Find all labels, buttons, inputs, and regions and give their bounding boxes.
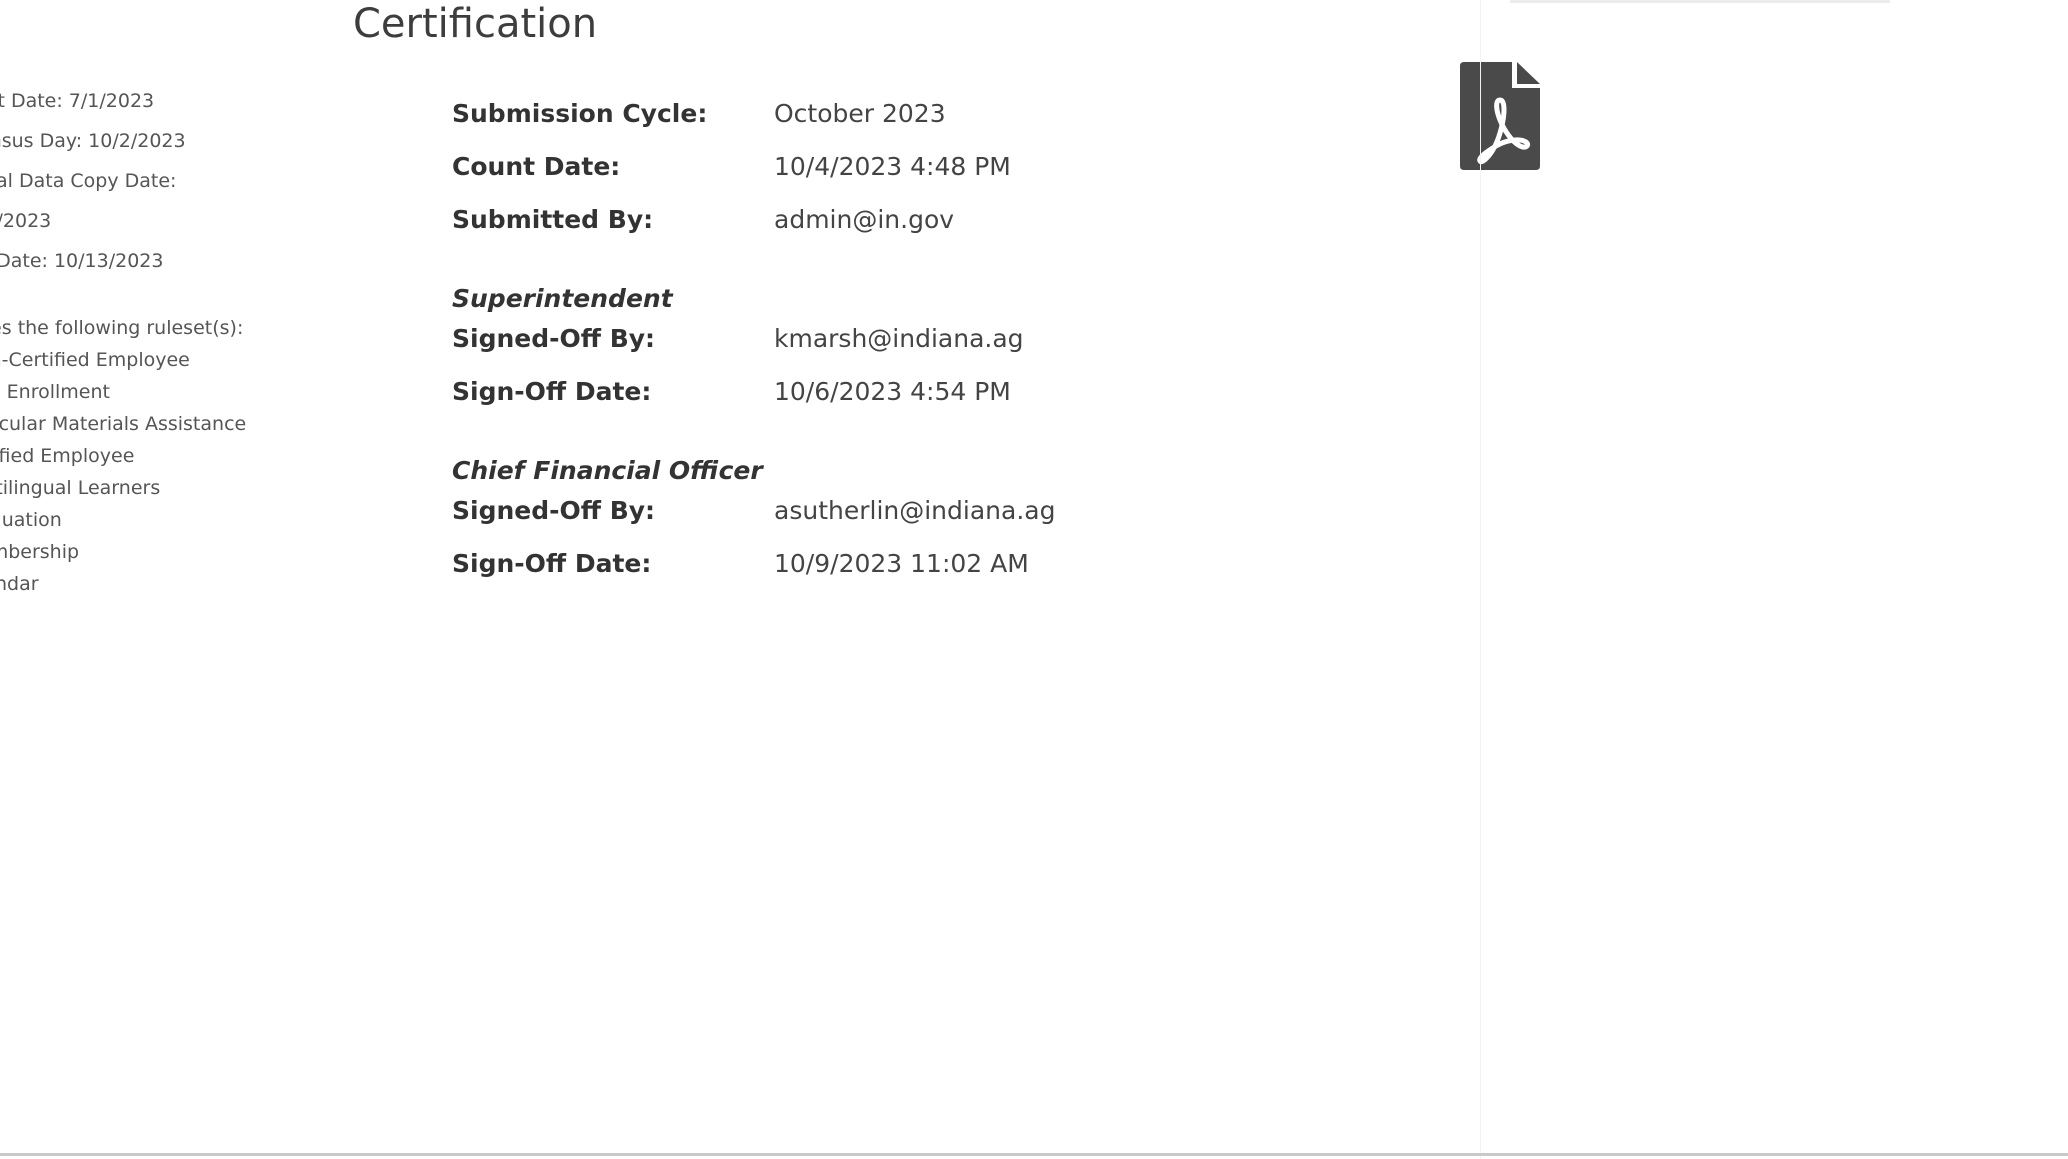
submitted-by-label: Submitted By: [452,205,654,234]
pdf-file-icon[interactable] [1460,62,1542,170]
top-edge-divider [1510,0,1890,3]
cfo-heading: Chief Financial Officer [452,456,763,485]
initial-data-copy-date-label: itial Data Copy Date: [0,170,177,192]
submission-cycle-value: October 2023 [774,99,946,128]
submitted-by-row: Submitted By: admin@in.gov [452,205,1152,245]
ruleset-item: on-Certified Employee [0,349,190,371]
superintendent-sign-off-date-value: 10/6/2023 4:54 PM [774,377,1011,406]
superintendent-signed-off-by-row: Signed-Off By: kmarsh@indiana.ag [452,324,1152,364]
ruleset-item: lendar [0,573,39,595]
start-date-text: art Date: 7/1/2023 [0,90,155,112]
ruleset-item: ultilingual Learners [0,477,161,499]
submitted-by-value: admin@in.gov [774,205,955,234]
cfo-signed-off-by-value: asutherlin@indiana.ag [774,496,1056,525]
superintendent-signed-off-by-label: Signed-Off By: [452,324,656,353]
panel-divider [1480,0,1481,1159]
superintendent-sign-off-date-row: Sign-Off Date: 10/6/2023 4:54 PM [452,377,1152,417]
bottom-divider [0,1153,2068,1156]
rulesets-intro: des the following ruleset(s): [0,317,244,339]
initial-data-copy-date-value: /6/2023 [0,210,52,232]
cfo-signed-off-by-row: Signed-Off By: asutherlin@indiana.ag [452,496,1152,536]
cfo-sign-off-date-value: 10/9/2023 11:02 AM [774,549,1029,578]
ruleset-item: embership [0,541,80,563]
submission-cycle-label: Submission Cycle: [452,99,708,128]
page-title: Certification [353,1,598,47]
census-day-text: ensus Day: 10/2/2023 [0,130,186,152]
superintendent-heading: Superintendent [452,284,673,313]
count-date-value: 10/4/2023 4:48 PM [774,152,1011,181]
ruleset-item: pil Enrollment [0,381,110,403]
cfo-sign-off-date-row: Sign-Off Date: 10/9/2023 11:02 AM [452,549,1152,589]
cfo-sign-off-date-label: Sign-Off Date: [452,549,652,578]
certification-page: Certification art Date: 7/1/2023 ensus D… [0,0,2068,1159]
end-date-text: d Date: 10/13/2023 [0,250,164,272]
cfo-signed-off-by-label: Signed-Off By: [452,496,656,525]
ruleset-item: aduation [0,509,62,531]
superintendent-sign-off-date-label: Sign-Off Date: [452,377,652,406]
submission-info-panel: art Date: 7/1/2023 ensus Day: 10/2/2023 … [0,90,300,610]
ruleset-item: rricular Materials Assistance [0,413,247,435]
count-date-label: Count Date: [452,152,621,181]
count-date-row: Count Date: 10/4/2023 4:48 PM [452,152,1152,192]
superintendent-signed-off-by-value: kmarsh@indiana.ag [774,324,1024,353]
ruleset-item: rtified Employee [0,445,135,467]
submission-cycle-row: Submission Cycle: October 2023 [452,99,1152,139]
